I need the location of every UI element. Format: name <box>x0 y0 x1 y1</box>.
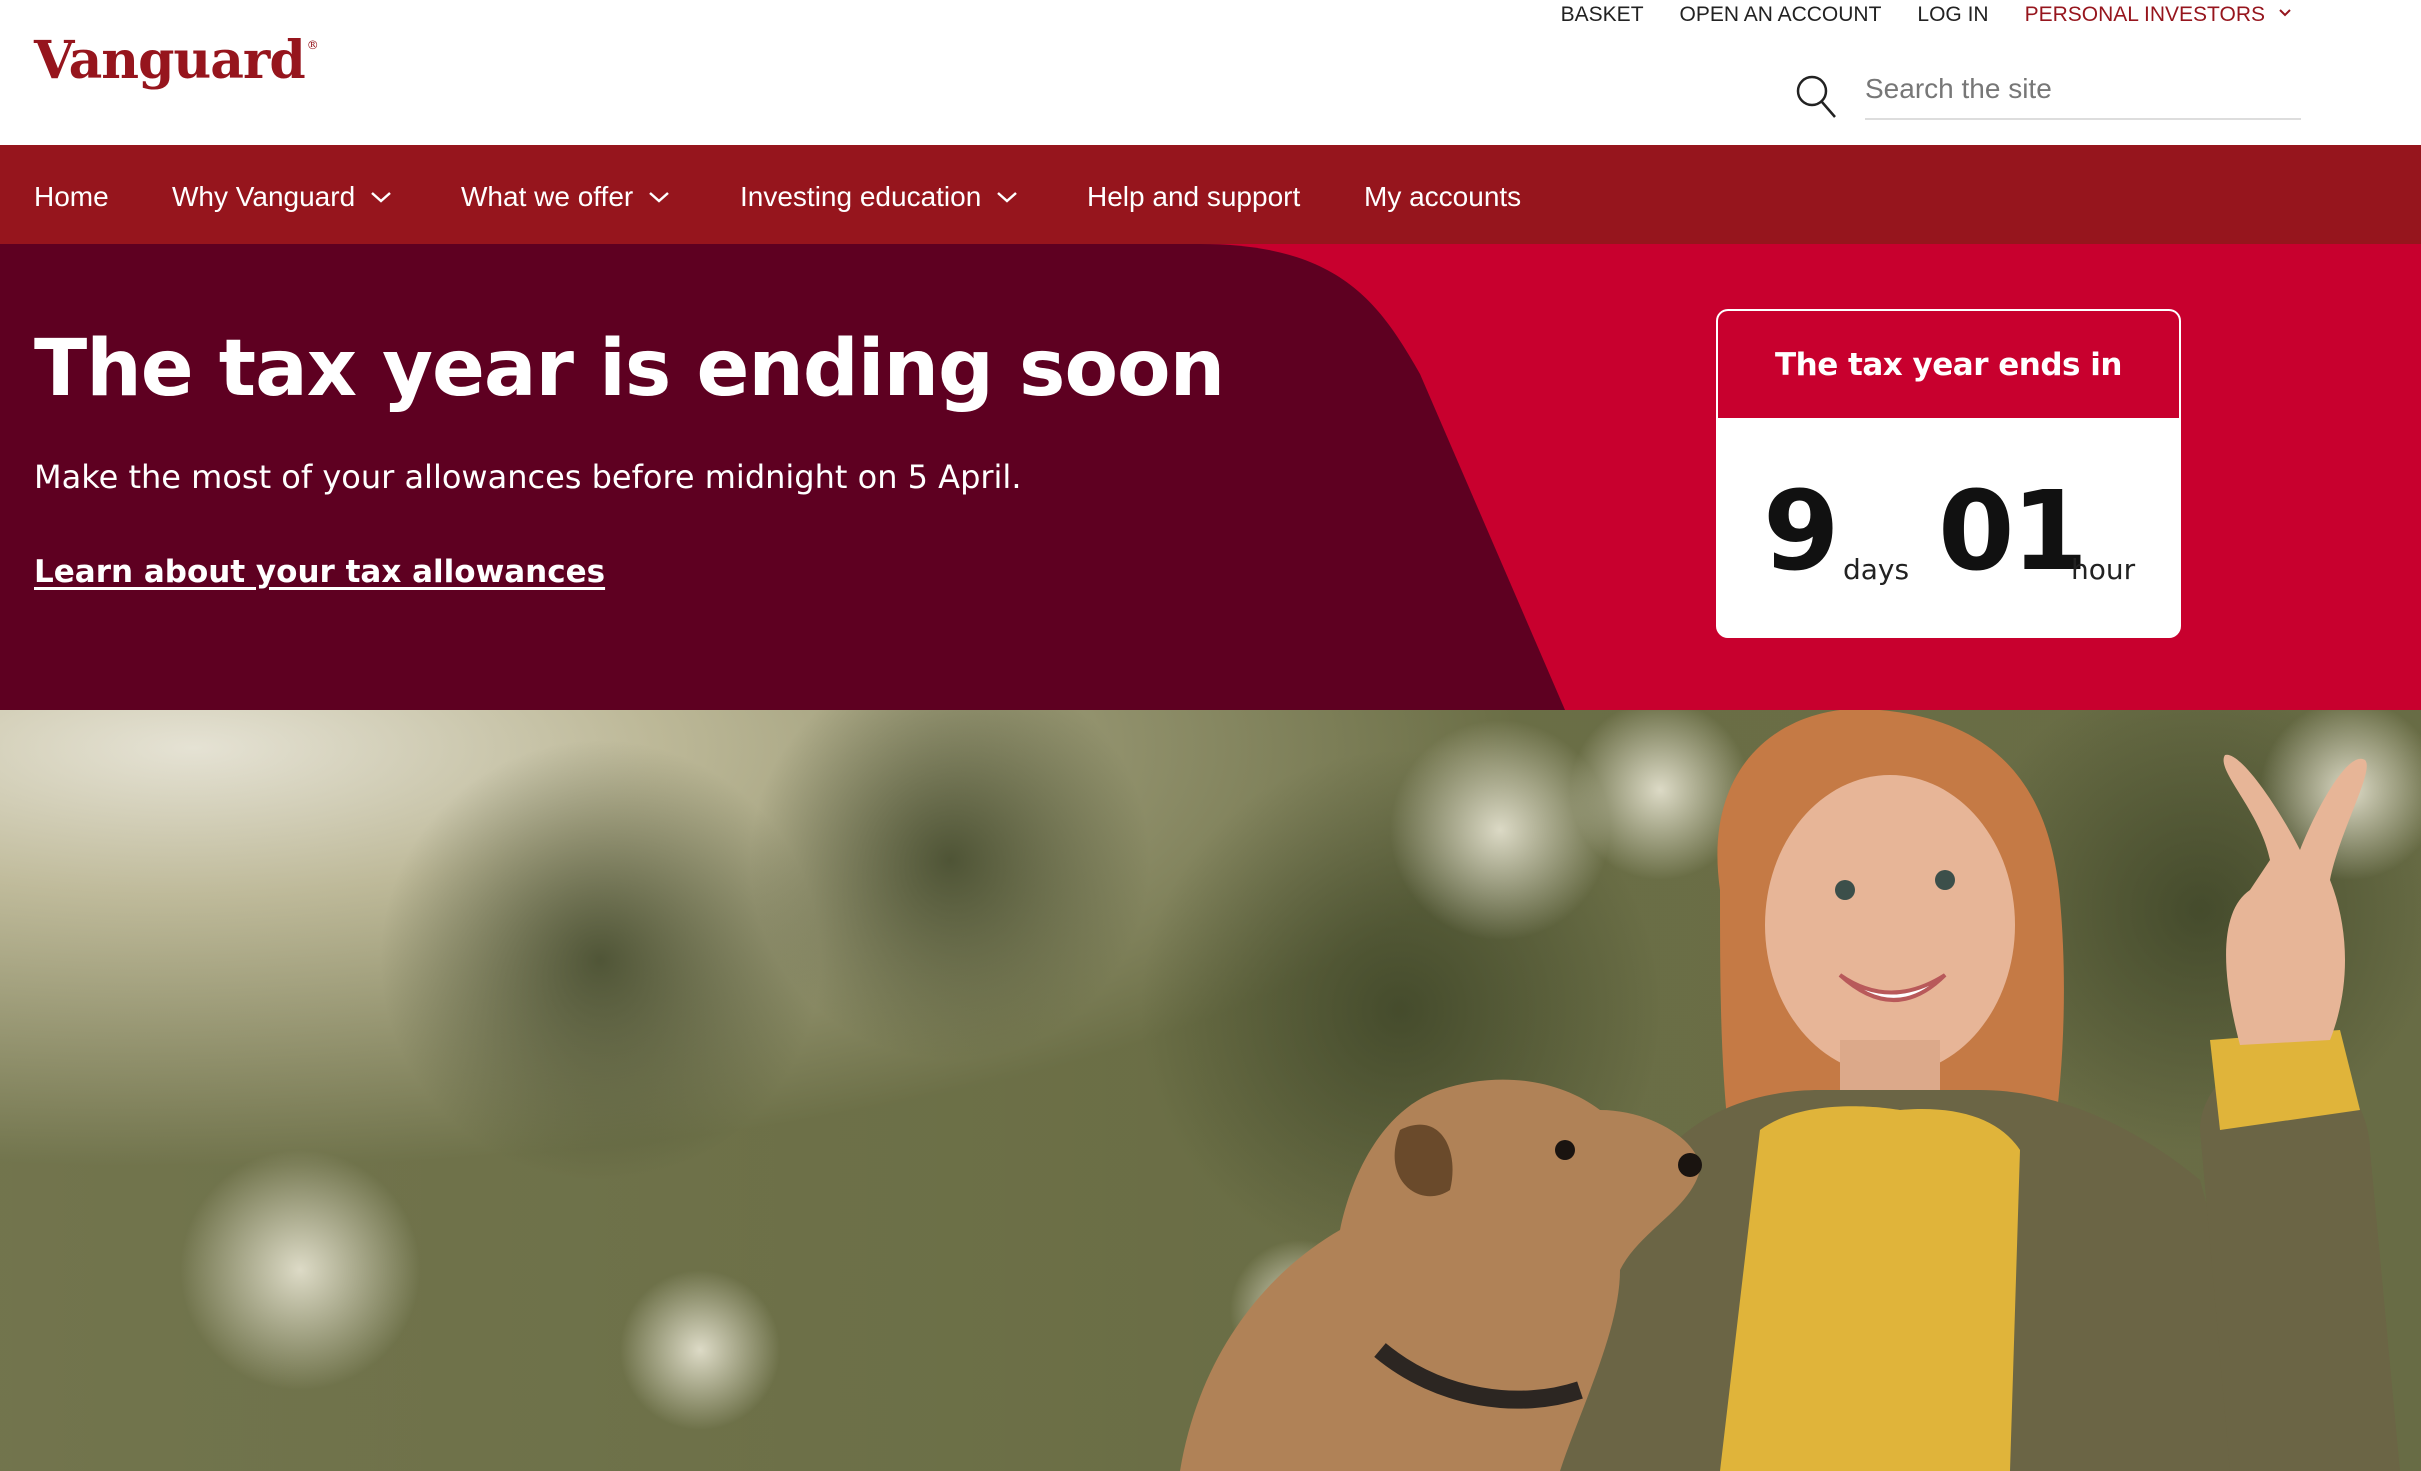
open-account-link[interactable]: OPEN AN ACCOUNT <box>1680 3 1882 27</box>
countdown-hours-unit: hour <box>2071 553 2136 586</box>
nav-item-label: What we offer <box>461 181 634 212</box>
hero-photo <box>0 710 2421 1471</box>
nav-item-label: Investing education <box>740 181 982 212</box>
banner-title: The tax year is ending soon <box>34 324 1225 414</box>
banner-subtitle: Make the most of your allowances before … <box>34 458 1022 496</box>
countdown-hours-value: 01 <box>1938 467 2088 595</box>
search-input[interactable] <box>1865 68 2301 120</box>
countdown-card: The tax year ends in 9 days 01 hour <box>1716 309 2181 638</box>
site-search <box>1795 68 2301 120</box>
personal-investors-dropdown[interactable]: PERSONAL INVESTORS <box>2025 3 2291 27</box>
countdown-values: 9 days 01 hour <box>1718 418 2179 636</box>
tax-year-banner: The tax year is ending soon Make the mos… <box>0 244 2421 710</box>
nav-item-help-and-support[interactable]: Help and support <box>1087 181 1300 213</box>
basket-link[interactable]: BASKET <box>1561 3 1644 27</box>
chevron-down-icon <box>371 192 391 203</box>
main-nav: Home Why Vanguard What we offer Investin… <box>0 145 2421 244</box>
nav-item-label: Why Vanguard <box>172 181 356 212</box>
nav-item-home[interactable]: Home <box>34 181 109 213</box>
nav-item-label: Home <box>34 181 109 212</box>
countdown-days-unit: days <box>1843 553 1910 586</box>
logo-text: Vanguard <box>34 30 306 91</box>
personal-investors-label: PERSONAL INVESTORS <box>2024 3 2265 26</box>
chevron-down-icon <box>649 192 670 203</box>
search-icon[interactable] <box>1795 74 1837 120</box>
chevron-down-icon <box>2279 4 2291 20</box>
countdown-heading: The tax year ends in <box>1718 311 2179 418</box>
login-link[interactable]: LOG IN <box>1917 3 1988 27</box>
chevron-down-icon <box>997 192 1018 203</box>
nav-item-why-vanguard[interactable]: Why Vanguard <box>172 181 393 213</box>
logo-registered-mark: ® <box>306 38 319 52</box>
vanguard-logo[interactable]: Vanguard ® <box>34 30 319 91</box>
nav-item-label: My accounts <box>1364 181 1522 212</box>
nav-item-my-accounts[interactable]: My accounts <box>1364 181 1521 213</box>
countdown-days-value: 9 <box>1763 467 1840 595</box>
nav-item-label: Help and support <box>1087 181 1301 212</box>
nav-item-investing-education[interactable]: Investing education <box>740 181 1019 213</box>
site-header: Vanguard ® BASKET OPEN AN ACCOUNT LOG IN … <box>0 0 2421 145</box>
tax-allowances-link[interactable]: Learn about your tax allowances <box>34 554 605 590</box>
nav-item-what-we-offer[interactable]: What we offer <box>461 181 671 213</box>
woman-with-dog-image <box>0 710 2421 1471</box>
utility-nav: BASKET OPEN AN ACCOUNT LOG IN PERSONAL I… <box>1561 3 2291 27</box>
